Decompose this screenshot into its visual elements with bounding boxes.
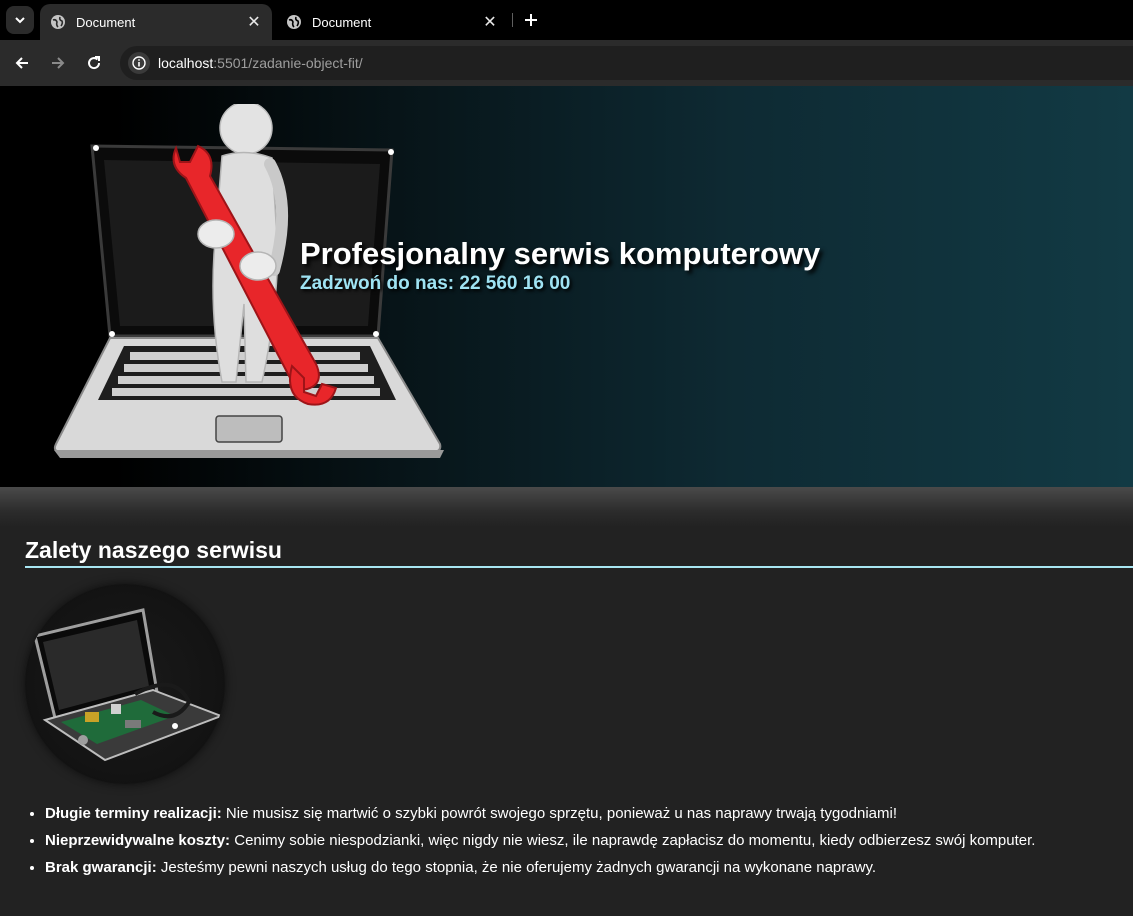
- feature-label: Brak gwarancji:: [45, 859, 157, 876]
- site-info-button[interactable]: [128, 52, 150, 74]
- hero-phone: Zadzwoń do nas: 22 560 16 00: [300, 273, 571, 294]
- address-bar[interactable]: localhost:5501/zadanie-object-fit/: [120, 46, 1133, 80]
- heading-underline: [25, 566, 1133, 568]
- chevron-down-icon: [15, 17, 25, 24]
- tab-document[interactable]: Document ✕: [276, 4, 508, 40]
- browser-tab-bar: Document ✕ Document ✕: [0, 0, 1133, 40]
- feature-label: Długie terminy realizacji:: [45, 805, 222, 822]
- globe-icon: [287, 15, 301, 29]
- tab-title: Document: [76, 14, 136, 30]
- list-item: Długie terminy realizacji: Nie musisz si…: [45, 804, 1035, 831]
- hero-title: Profesjonalny serwis komputerowy: [300, 236, 821, 271]
- url-text: localhost:5501/zadanie-object-fit/: [158, 55, 363, 71]
- arrow-right-icon: [52, 57, 65, 69]
- plus-icon: [525, 14, 537, 26]
- url-path: :5501/zadanie-object-fit/: [213, 55, 363, 71]
- list-item: Brak gwarancji: Jesteśmy pewni naszych u…: [45, 858, 1035, 885]
- globe-icon: [51, 15, 65, 29]
- feature-text: Jesteśmy pewni naszych usług do tego sto…: [156, 859, 877, 876]
- arrow-left-icon: [15, 57, 28, 69]
- section-heading: Zalety naszego serwisu: [25, 537, 282, 563]
- hero-banner: Profesjonalny serwis komputerowy Zadzwoń…: [0, 86, 1133, 487]
- info-icon: [132, 56, 146, 70]
- tab-search-button[interactable]: [6, 6, 34, 34]
- tab-divider: [512, 13, 513, 27]
- disassembled-laptop-illustration: [33, 608, 224, 762]
- new-tab-button[interactable]: [520, 9, 542, 31]
- feature-list: Długie terminy realizacji: Nie musisz si…: [45, 804, 1035, 885]
- url-host: localhost: [158, 55, 214, 71]
- feature-text: Nie musisz się martwić o szybki powrót s…: [221, 805, 898, 822]
- forward-button[interactable]: [44, 49, 72, 77]
- list-item: Nieprzewidywalne koszty: Cenimy sobie ni…: [45, 831, 1035, 858]
- back-button[interactable]: [8, 49, 36, 77]
- page-content: Profesjonalny serwis komputerowy Zadzwoń…: [0, 86, 1133, 916]
- browser-toolbar: localhost:5501/zadanie-object-fit/: [0, 40, 1133, 86]
- close-tab-icon[interactable]: ✕: [482, 14, 498, 31]
- tab-title: Document: [312, 14, 372, 30]
- tab-document-active[interactable]: Document ✕: [40, 4, 272, 40]
- reload-icon: [88, 56, 101, 70]
- close-tab-icon[interactable]: ✕: [246, 14, 262, 31]
- reload-button[interactable]: [80, 49, 108, 77]
- disassembled-laptop-image: [25, 584, 225, 784]
- hero-shadow: [0, 487, 1133, 527]
- feature-text: Cenimy sobie niespodzianki, więc nigdy n…: [230, 832, 1036, 849]
- feature-label: Nieprzewidywalne koszty:: [45, 832, 231, 849]
